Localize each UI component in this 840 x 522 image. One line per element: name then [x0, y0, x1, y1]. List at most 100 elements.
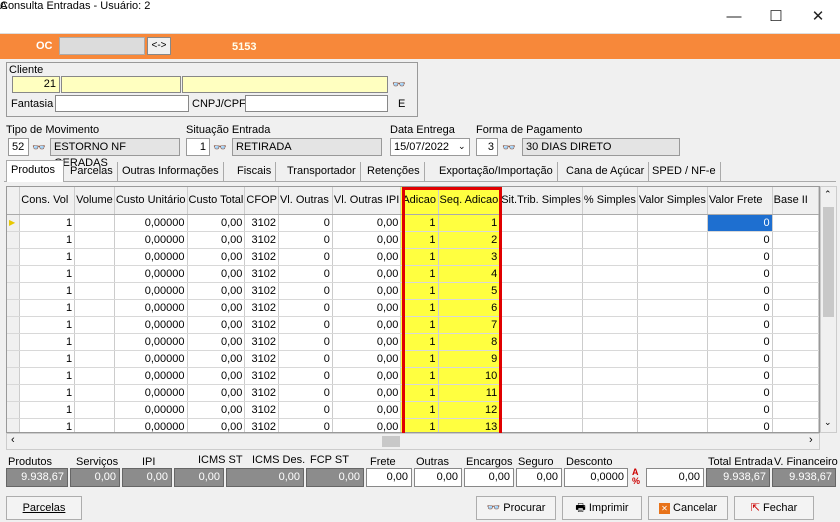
table-cell[interactable]: 0,00000	[114, 265, 188, 283]
table-cell[interactable]: 0	[707, 282, 773, 300]
table-cell[interactable]: 1	[400, 299, 439, 317]
table-row[interactable]: 1 0,00000 0,00 3102 0 0,00 1 4 0	[7, 265, 819, 283]
table-cell[interactable]: 0,00	[332, 299, 402, 317]
table-cell[interactable]: 3102	[244, 418, 279, 432]
table-cell[interactable]: 0	[278, 384, 333, 402]
table-cell[interactable]: 0,00	[187, 299, 246, 317]
table-cell[interactable]	[74, 282, 115, 300]
table-row[interactable]: 1 0,00000 0,00 3102 0 0,00 1 11 0	[7, 384, 819, 402]
column-header[interactable]: Volume	[74, 187, 115, 215]
parcelas-button[interactable]: Parcelas	[6, 496, 82, 520]
table-cell[interactable]: 0	[278, 214, 333, 232]
table-cell[interactable]	[499, 231, 583, 249]
table-cell[interactable]: 0	[278, 282, 333, 300]
table-row[interactable]: 1 0,00000 0,00 3102 0 0,00 1 9 0	[7, 350, 819, 368]
table-cell[interactable]: 1	[19, 350, 76, 368]
table-cell[interactable]: 0,00000	[114, 248, 188, 266]
table-cell[interactable]: 0,00	[187, 384, 246, 402]
table-cell[interactable]	[772, 350, 819, 368]
table-cell[interactable]: 3102	[244, 401, 279, 419]
table-cell[interactable]: 0,00	[187, 282, 246, 300]
table-cell[interactable]: 0,00000	[114, 384, 188, 402]
table-cell[interactable]: 1	[19, 214, 76, 232]
tab-transportador[interactable]: Transportador	[283, 162, 361, 181]
table-cell[interactable]	[582, 214, 638, 232]
table-cell[interactable]	[499, 299, 583, 317]
table-cell[interactable]: 1	[19, 282, 76, 300]
cliente-code-input[interactable]: 21	[12, 76, 60, 93]
table-cell[interactable]: 0,00	[187, 401, 246, 419]
table-cell[interactable]	[499, 248, 583, 266]
table-cell[interactable]: 1	[19, 418, 76, 432]
table-cell[interactable]	[582, 248, 638, 266]
table-cell[interactable]	[772, 282, 819, 300]
table-cell[interactable]: 10	[438, 367, 501, 385]
table-cell[interactable]	[637, 350, 708, 368]
horizontal-scrollbar[interactable]: ‹ ›	[6, 433, 820, 450]
table-cell[interactable]	[582, 299, 638, 317]
column-header[interactable]: Custo Total	[187, 187, 246, 215]
tipo-movimento-code[interactable]: 52	[8, 138, 29, 156]
table-row[interactable]: 1 0,00000 0,00 3102 0 0,00 1 8 0	[7, 333, 819, 351]
cliente-search-icon[interactable]: 👓	[392, 78, 406, 91]
column-header[interactable]: CFOP	[244, 187, 279, 215]
table-cell[interactable]	[74, 333, 115, 351]
column-header[interactable]: Adicao	[400, 187, 439, 215]
table-cell[interactable]: 8	[438, 333, 501, 351]
table-cell[interactable]: 7	[438, 316, 501, 334]
minimize-button[interactable]: —	[714, 6, 754, 28]
table-cell[interactable]: 0,00	[332, 265, 402, 283]
percent-toggle-icon[interactable]: A%	[632, 468, 640, 486]
table-cell[interactable]: 0	[278, 231, 333, 249]
table-cell[interactable]: 1	[19, 248, 76, 266]
table-cell[interactable]: 1	[400, 384, 439, 402]
table-row[interactable]: 1 0,00000 0,00 3102 0 0,00 1 2 0	[7, 231, 819, 249]
table-cell[interactable]	[74, 248, 115, 266]
table-cell[interactable]: 3102	[244, 316, 279, 334]
table-cell[interactable]: 9	[438, 350, 501, 368]
table-cell[interactable]	[637, 214, 708, 232]
situacao-code[interactable]: 1	[186, 138, 210, 156]
forma-pagamento-code[interactable]: 3	[476, 138, 498, 156]
cliente-name-input-a[interactable]	[61, 76, 181, 93]
column-header[interactable]: Valor Simples	[637, 187, 708, 215]
table-cell[interactable]	[74, 350, 115, 368]
table-cell[interactable]	[637, 367, 708, 385]
table-cell[interactable]: 0,00	[332, 316, 402, 334]
table-cell[interactable]: 0,00000	[114, 316, 188, 334]
tab-sped[interactable]: SPED / NF-e	[648, 162, 721, 181]
cancelar-button[interactable]: ✕ Cancelar	[648, 496, 728, 520]
table-cell[interactable]: 0	[707, 384, 773, 402]
table-cell[interactable]: 0,00	[187, 231, 246, 249]
table-cell[interactable]	[582, 316, 638, 334]
column-header[interactable]: Vl. Outras	[278, 187, 333, 215]
table-cell[interactable]: 0	[278, 316, 333, 334]
table-cell[interactable]: 0,00000	[114, 350, 188, 368]
table-cell[interactable]	[772, 248, 819, 266]
tab-cana-acucar[interactable]: Cana de Açúcar	[562, 162, 650, 181]
table-row[interactable]: 1 0,00000 0,00 3102 0 0,00 1 6 0	[7, 299, 819, 317]
table-cell[interactable]	[582, 333, 638, 351]
table-cell[interactable]: 0,00	[187, 333, 246, 351]
table-cell[interactable]	[499, 401, 583, 419]
table-cell[interactable]	[637, 401, 708, 419]
table-cell[interactable]	[499, 333, 583, 351]
table-cell[interactable]	[582, 265, 638, 283]
imprimir-button[interactable]: 🖶 Imprimir	[562, 496, 642, 520]
table-cell[interactable]: 1	[19, 367, 76, 385]
oc-input[interactable]	[59, 37, 145, 55]
table-cell[interactable]	[772, 367, 819, 385]
table-cell[interactable]	[74, 214, 115, 232]
table-cell[interactable]: 0,00	[187, 367, 246, 385]
column-header[interactable]: Seq. Adicao	[438, 187, 501, 215]
table-cell[interactable]	[74, 401, 115, 419]
table-cell[interactable]	[499, 214, 583, 232]
table-cell[interactable]: 0	[707, 265, 773, 283]
table-cell[interactable]: 0,00	[332, 333, 402, 351]
table-cell[interactable]: 0	[278, 401, 333, 419]
table-cell[interactable]	[499, 350, 583, 368]
table-cell[interactable]: 1	[19, 384, 76, 402]
table-cell[interactable]	[772, 265, 819, 283]
table-row[interactable]: 1 0,00000 0,00 3102 0 0,00 1 12 0	[7, 401, 819, 419]
table-cell[interactable]	[637, 282, 708, 300]
